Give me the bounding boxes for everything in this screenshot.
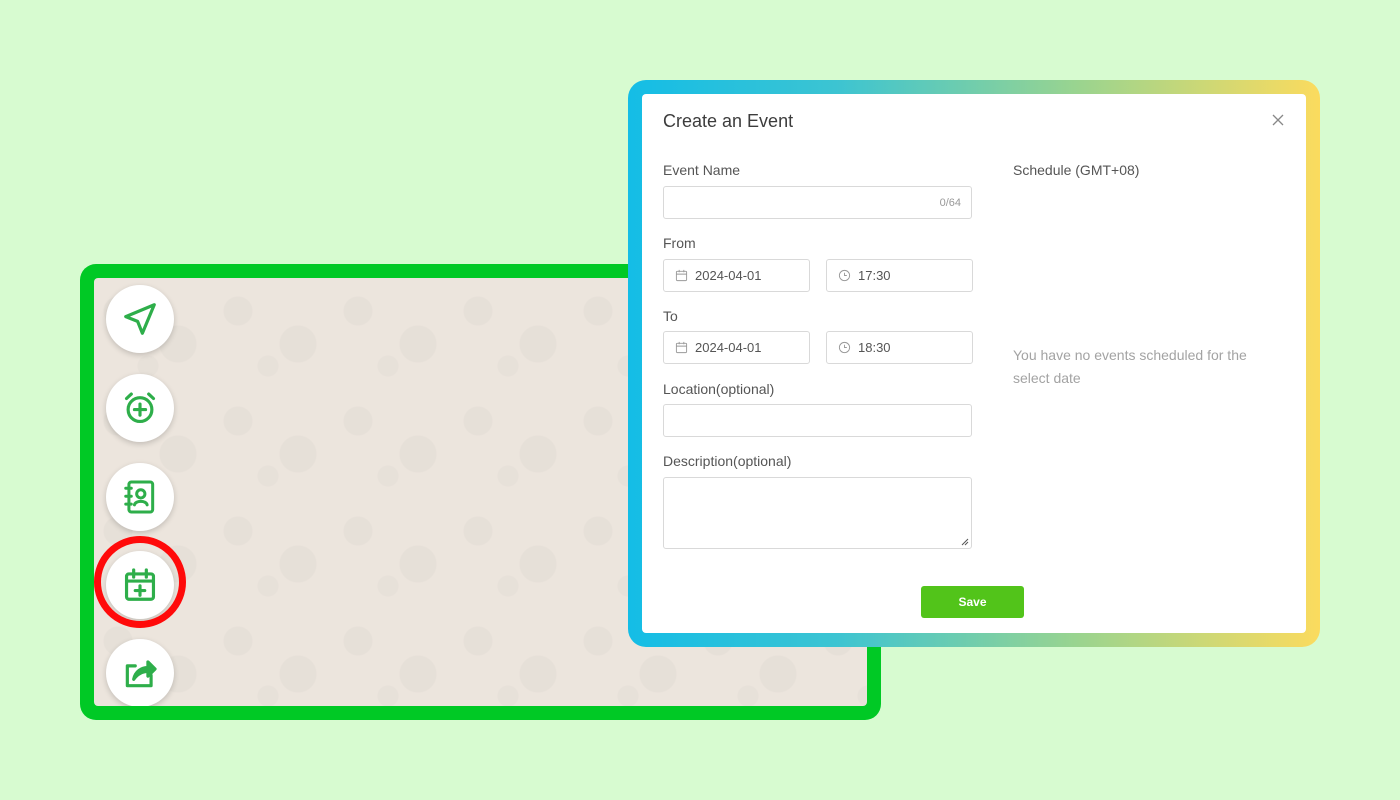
send-icon [124, 303, 156, 335]
save-button[interactable]: Save [921, 586, 1024, 618]
close-icon [1272, 114, 1284, 126]
event-name-label: Event Name [663, 162, 741, 178]
calendar-icon [675, 269, 688, 282]
alarm-add-icon [124, 392, 156, 424]
description-textarea[interactable] [663, 477, 972, 549]
from-label: From [663, 235, 696, 251]
to-date-picker[interactable]: 2024-04-01 [663, 331, 810, 364]
from-date-picker[interactable]: 2024-04-01 [663, 259, 810, 292]
dialog-title: Create an Event [663, 111, 794, 131]
share-button[interactable] [106, 639, 174, 706]
from-time-value: 17:30 [858, 268, 891, 283]
event-name-input[interactable]: 0/64 [663, 186, 972, 219]
schedule-title: Schedule (GMT+08) [1013, 162, 1140, 178]
to-time-picker[interactable]: 18:30 [826, 331, 973, 364]
contacts-button[interactable] [106, 463, 174, 531]
empty-schedule-message: You have no events scheduled for the sel… [1013, 347, 1247, 386]
contact-book-icon [124, 480, 155, 514]
description-label: Description(optional) [663, 453, 792, 469]
from-time-picker[interactable]: 17:30 [826, 259, 973, 292]
location-input[interactable] [663, 404, 972, 437]
calendar-add-icon [124, 568, 156, 601]
share-icon [125, 660, 157, 688]
add-reminder-button[interactable] [106, 374, 174, 442]
create-event-dialog: Create an Event Event Name 0/64 From 202… [642, 94, 1306, 633]
clock-icon [838, 269, 851, 282]
to-date-value: 2024-04-01 [695, 340, 762, 355]
calendar-icon [675, 341, 688, 354]
close-button[interactable] [1268, 110, 1288, 130]
to-label: To [663, 308, 678, 324]
send-location-button[interactable] [106, 285, 174, 353]
to-time-value: 18:30 [858, 340, 891, 355]
char-counter: 0/64 [939, 197, 961, 209]
create-event-button[interactable] [106, 551, 174, 619]
clock-icon [838, 341, 851, 354]
location-label: Location(optional) [663, 381, 775, 397]
from-date-value: 2024-04-01 [695, 268, 762, 283]
resize-handle-icon[interactable] [959, 536, 969, 546]
modal-frame: Create an Event Event Name 0/64 From 202… [628, 80, 1320, 647]
